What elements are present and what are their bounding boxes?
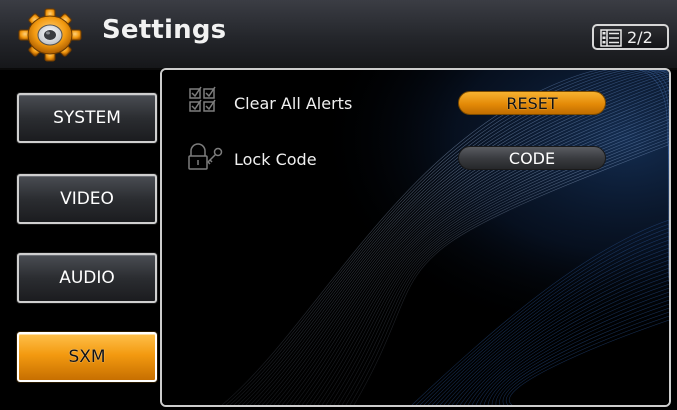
- sidebar-item-audio[interactable]: AUDIO: [17, 253, 157, 303]
- page-indicator-button[interactable]: 2/2: [592, 24, 669, 50]
- lock-code-label: Lock Code: [234, 150, 317, 169]
- settings-panel: Clear All Alerts RESET Lock Code CODE: [160, 68, 671, 407]
- clear-alerts-label: Clear All Alerts: [234, 94, 353, 113]
- header-bar: Settings 2/2: [0, 0, 677, 70]
- sidebar-item-label: SYSTEM: [53, 108, 121, 128]
- alerts-checkbox-icon: [188, 86, 228, 116]
- reset-button[interactable]: RESET: [458, 91, 606, 115]
- page-number-label: 2/2: [627, 28, 653, 47]
- settings-screen: Settings 2/2 SYSTEM VIDEO AUDIO SXM Clea…: [0, 0, 677, 410]
- page-title: Settings: [102, 15, 227, 45]
- page-list-icon: [600, 29, 622, 47]
- lock-key-icon: [188, 142, 228, 172]
- sidebar-item-sxm[interactable]: SXM: [17, 332, 157, 382]
- sidebar-item-video[interactable]: VIDEO: [17, 174, 157, 224]
- sidebar-item-system[interactable]: SYSTEM: [17, 93, 157, 143]
- sidebar-item-label: AUDIO: [59, 268, 115, 288]
- sidebar-item-label: SXM: [68, 347, 106, 367]
- sidebar-item-label: VIDEO: [60, 189, 114, 209]
- gear-icon: [16, 8, 84, 62]
- code-button[interactable]: CODE: [458, 146, 606, 170]
- wave-background: [162, 70, 669, 405]
